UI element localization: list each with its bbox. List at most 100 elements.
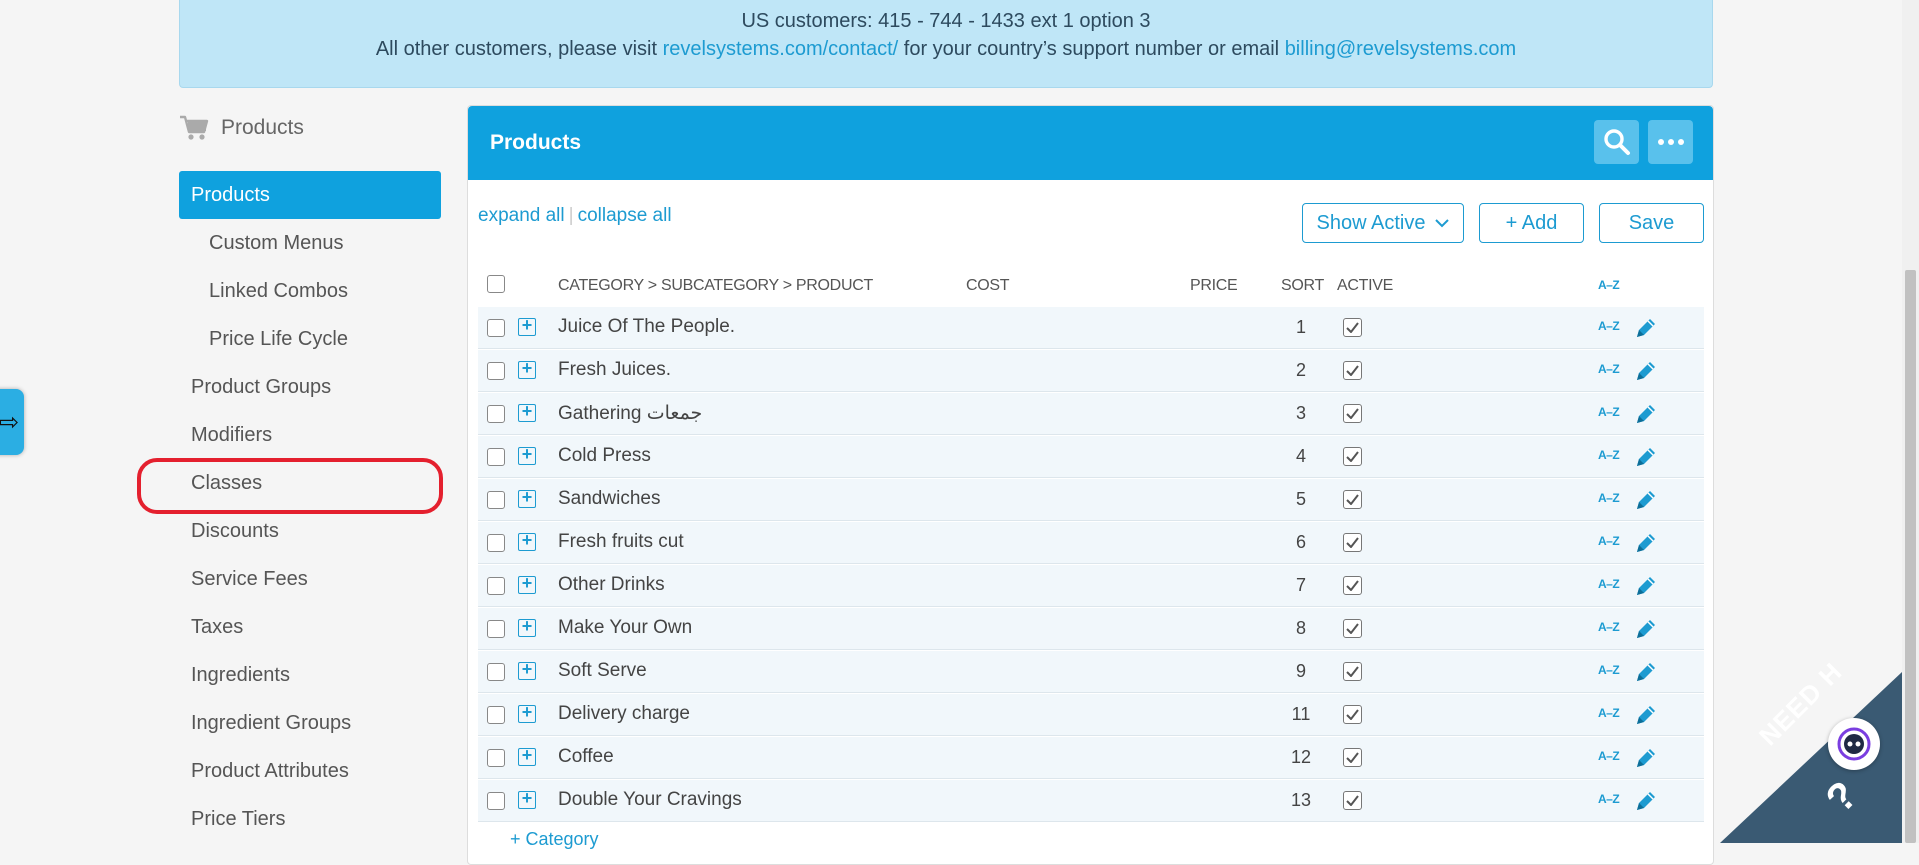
- edit-pencil-icon[interactable]: [1633, 573, 1659, 599]
- collapse-all-link[interactable]: collapse all: [578, 205, 672, 226]
- add-category-link[interactable]: + Category: [510, 829, 599, 850]
- row-select-checkbox[interactable]: [487, 534, 505, 552]
- row-select-checkbox[interactable]: [487, 448, 505, 466]
- expand-plus-icon[interactable]: +: [518, 359, 536, 379]
- row-active-checkbox[interactable]: [1343, 490, 1362, 509]
- row-sort-az-icon[interactable]: A–Z: [1598, 534, 1620, 548]
- add-button[interactable]: + Add: [1479, 203, 1584, 243]
- edit-pencil-icon[interactable]: [1633, 401, 1659, 427]
- row-category-name[interactable]: Soft Serve: [558, 660, 647, 682]
- nav-item-custom-menus[interactable]: Custom Menus: [209, 228, 344, 258]
- expand-plus-icon[interactable]: +: [518, 402, 536, 422]
- expand-plus-icon[interactable]: +: [518, 660, 536, 680]
- edit-pencil-icon[interactable]: [1633, 444, 1659, 470]
- expand-all-link[interactable]: expand all: [478, 205, 565, 226]
- page-scrollbar[interactable]: [1902, 0, 1919, 843]
- side-panel-toggle[interactable]: ⇨: [0, 389, 24, 455]
- edit-pencil-icon[interactable]: [1633, 702, 1659, 728]
- nav-item-ingredients[interactable]: Ingredients: [191, 660, 290, 690]
- row-sort-az-icon[interactable]: A–Z: [1598, 706, 1620, 720]
- row-select-checkbox[interactable]: [487, 319, 505, 337]
- nav-item-service-fees[interactable]: Service Fees: [191, 564, 308, 594]
- expand-plus-icon[interactable]: +: [518, 789, 536, 809]
- nav-item-ingredient-groups[interactable]: Ingredient Groups: [191, 708, 351, 738]
- expand-plus-icon[interactable]: +: [518, 746, 536, 766]
- billing-email-link[interactable]: billing@revelsystems.com: [1285, 38, 1516, 60]
- edit-pencil-icon[interactable]: [1633, 315, 1659, 341]
- row-sort-az-icon[interactable]: A–Z: [1598, 620, 1620, 634]
- nav-item-modifiers[interactable]: Modifiers: [191, 420, 272, 450]
- nav-item-product-groups[interactable]: Product Groups: [191, 372, 331, 402]
- nav-item-discounts[interactable]: Discounts: [191, 516, 279, 546]
- expand-plus-icon[interactable]: +: [518, 445, 536, 465]
- row-active-checkbox[interactable]: [1343, 705, 1362, 724]
- nav-item-price-tiers[interactable]: Price Tiers: [191, 804, 285, 834]
- row-category-name[interactable]: Fresh fruits cut: [558, 531, 684, 553]
- nav-item-linked-combos[interactable]: Linked Combos: [209, 276, 348, 306]
- edit-pencil-icon[interactable]: [1633, 745, 1659, 771]
- row-active-checkbox[interactable]: [1343, 404, 1362, 423]
- row-active-checkbox[interactable]: [1343, 576, 1362, 595]
- row-select-checkbox[interactable]: [487, 577, 505, 595]
- edit-pencil-icon[interactable]: [1633, 616, 1659, 642]
- row-select-checkbox[interactable]: [487, 405, 505, 423]
- nav-item-taxes[interactable]: Taxes: [191, 612, 243, 642]
- expand-plus-icon[interactable]: +: [518, 574, 536, 594]
- row-sort-az-icon[interactable]: A–Z: [1598, 319, 1620, 333]
- save-button[interactable]: Save: [1599, 203, 1704, 243]
- row-category-name[interactable]: Fresh Juices.: [558, 359, 671, 381]
- row-category-name[interactable]: Delivery charge: [558, 703, 690, 725]
- row-sort-az-icon[interactable]: A–Z: [1598, 448, 1620, 462]
- nav-item-price-life-cycle[interactable]: Price Life Cycle: [209, 324, 348, 354]
- expand-plus-icon[interactable]: +: [518, 488, 536, 508]
- row-active-checkbox[interactable]: [1343, 361, 1362, 380]
- row-active-checkbox[interactable]: [1343, 533, 1362, 552]
- row-category-name[interactable]: Other Drinks: [558, 574, 665, 596]
- row-select-checkbox[interactable]: [487, 749, 505, 767]
- row-select-checkbox[interactable]: [487, 706, 505, 724]
- row-select-checkbox[interactable]: [487, 663, 505, 681]
- edit-pencil-icon[interactable]: [1633, 659, 1659, 685]
- contact-link[interactable]: revelsystems.com/contact/: [663, 38, 899, 60]
- nav-item-product-attributes[interactable]: Product Attributes: [191, 756, 349, 786]
- row-sort-az-icon[interactable]: A–Z: [1598, 749, 1620, 763]
- row-category-name[interactable]: Gathering جمعات: [558, 402, 702, 425]
- row-active-checkbox[interactable]: [1343, 619, 1362, 638]
- row-active-checkbox[interactable]: [1343, 791, 1362, 810]
- row-select-checkbox[interactable]: [487, 491, 505, 509]
- row-active-checkbox[interactable]: [1343, 748, 1362, 767]
- row-category-name[interactable]: Make Your Own: [558, 617, 692, 639]
- more-options-button[interactable]: [1648, 120, 1693, 164]
- row-category-name[interactable]: Sandwiches: [558, 488, 660, 510]
- edit-pencil-icon[interactable]: [1633, 487, 1659, 513]
- chat-bot-button[interactable]: [1828, 718, 1880, 770]
- row-select-checkbox[interactable]: [487, 620, 505, 638]
- edit-pencil-icon[interactable]: [1633, 530, 1659, 556]
- show-active-dropdown[interactable]: Show Active: [1302, 203, 1464, 243]
- expand-plus-icon[interactable]: +: [518, 617, 536, 637]
- expand-plus-icon[interactable]: +: [518, 316, 536, 336]
- row-select-checkbox[interactable]: [487, 362, 505, 380]
- edit-pencil-icon[interactable]: [1633, 358, 1659, 384]
- edit-pencil-icon[interactable]: [1633, 788, 1659, 814]
- row-active-checkbox[interactable]: [1343, 318, 1362, 337]
- search-button[interactable]: [1594, 120, 1639, 164]
- row-category-name[interactable]: Coffee: [558, 746, 614, 768]
- expand-plus-icon[interactable]: +: [518, 531, 536, 551]
- row-sort-az-icon[interactable]: A–Z: [1598, 663, 1620, 677]
- row-category-name[interactable]: Double Your Cravings: [558, 789, 742, 811]
- expand-plus-icon[interactable]: +: [518, 703, 536, 723]
- row-sort-az-icon[interactable]: A–Z: [1598, 405, 1620, 419]
- nav-item-products[interactable]: Products: [179, 171, 441, 219]
- row-sort-az-icon[interactable]: A–Z: [1598, 491, 1620, 505]
- row-active-checkbox[interactable]: [1343, 662, 1362, 681]
- row-category-name[interactable]: Juice Of The People.: [558, 316, 735, 338]
- header-sort-az-icon[interactable]: A–Z: [1598, 278, 1620, 292]
- row-sort-az-icon[interactable]: A–Z: [1598, 792, 1620, 806]
- row-category-name[interactable]: Cold Press: [558, 445, 651, 467]
- row-sort-az-icon[interactable]: A–Z: [1598, 577, 1620, 591]
- row-sort-az-icon[interactable]: A–Z: [1598, 362, 1620, 376]
- scrollbar-thumb[interactable]: [1905, 270, 1916, 843]
- row-active-checkbox[interactable]: [1343, 447, 1362, 466]
- row-select-checkbox[interactable]: [487, 792, 505, 810]
